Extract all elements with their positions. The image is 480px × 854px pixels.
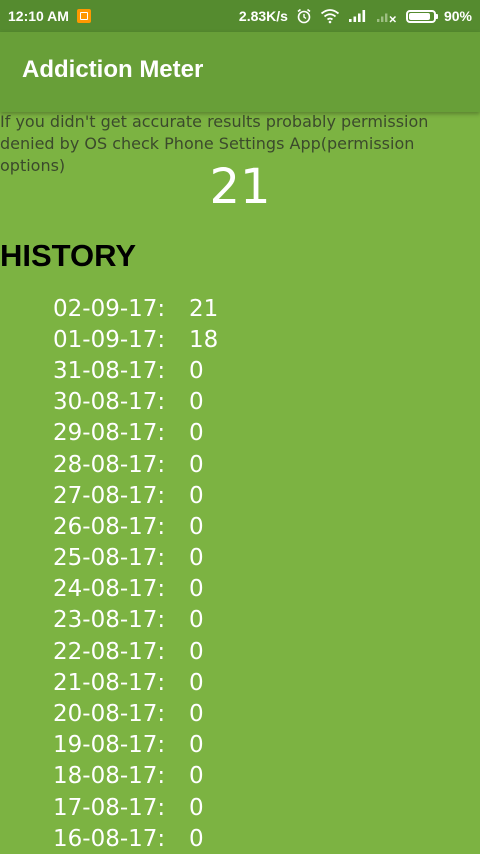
history-value: 0 [189,638,204,665]
history-value: 0 [189,576,204,603]
signal-icon [348,10,366,22]
wifi-icon [320,9,340,24]
history-date: 22-08-17: [53,638,166,665]
history-row: 02-09-17: 21 [53,293,218,324]
battery-fill [408,12,431,20]
status-time: 12:10 AM [8,8,69,24]
history-date: 02-09-17: [53,295,166,322]
history-date: 30-08-17: [53,389,166,416]
history-date: 18-08-17: [53,763,166,790]
history-row: 16-08-17: 0 [53,823,218,854]
history-row: 19-08-17: 0 [53,730,218,761]
history-heading: HISTORY [0,238,137,273]
history-value: 0 [189,482,204,509]
history-value: 0 [189,389,204,416]
network-speed: 2.83K/s [238,8,288,24]
history-date: 28-08-17: [53,451,166,478]
history-value: 0 [189,701,204,728]
history-row: 28-08-17: 0 [53,449,218,480]
status-left: 12:10 AM [8,8,91,24]
history-row: 25-08-17: 0 [53,543,218,574]
app-title: Addiction Meter [22,56,204,83]
history-value: 21 [189,295,219,322]
history-value: 0 [189,669,204,696]
history-date: 27-08-17: [53,482,166,509]
history-date: 26-08-17: [53,513,166,540]
history-date: 19-08-17: [53,732,166,759]
history-value: 0 [189,545,204,572]
history-date: 31-08-17: [53,357,166,384]
history-list: 02-09-17: 21 01-09-17: 18 31-08-17: 0 30-08-17… [53,293,218,854]
history-value: 0 [189,794,204,821]
status-bar: 12:10 AM 2.83K/s 90% [0,0,480,32]
history-value: 0 [189,825,204,852]
history-row: 21-08-17: 0 [53,667,218,698]
history-date: 17-08-17: [53,794,166,821]
history-row: 01-09-17: 18 [53,324,218,355]
history-date: 16-08-17: [53,825,166,852]
history-row: 24-08-17: 0 [53,574,218,605]
history-row: 22-08-17: 0 [53,636,218,667]
history-value: 18 [189,326,219,353]
history-row: 27-08-17: 0 [53,480,218,511]
battery-icon [405,9,438,23]
history-date: 29-08-17: [53,420,166,447]
history-value: 0 [189,420,204,447]
history-date: 23-08-17: [53,607,166,634]
history-value: 0 [189,763,204,790]
battery-percent: 90% [443,8,472,24]
history-date: 20-08-17: [53,701,166,728]
history-value: 0 [189,732,204,759]
history-date: 01-09-17: [53,326,166,353]
history-date: 21-08-17: [53,669,166,696]
history-value: 0 [189,451,204,478]
alarm-icon [297,8,311,24]
history-row: 30-08-17: 0 [53,387,218,418]
current-count: 21 [209,159,271,215]
history-row: 29-08-17: 0 [53,418,218,449]
app-bar: Addiction Meter [0,32,480,112]
history-row: 31-08-17: 0 [53,355,218,386]
app-notification-icon [76,9,91,23]
status-right: 2.83K/s 90% [231,8,472,24]
history-row: 17-08-17: 0 [53,792,218,823]
history-value: 0 [189,357,204,384]
history-date: 25-08-17: [53,545,166,572]
history-row: 23-08-17: 0 [53,605,218,636]
history-row: 20-08-17: 0 [53,698,218,729]
history-value: 0 [189,607,204,634]
history-value: 0 [189,513,204,540]
history-row: 18-08-17: 0 [53,761,218,792]
history-row: 26-08-17: 0 [53,511,218,542]
signal-x-icon [376,13,396,23]
history-date: 24-08-17: [53,576,166,603]
